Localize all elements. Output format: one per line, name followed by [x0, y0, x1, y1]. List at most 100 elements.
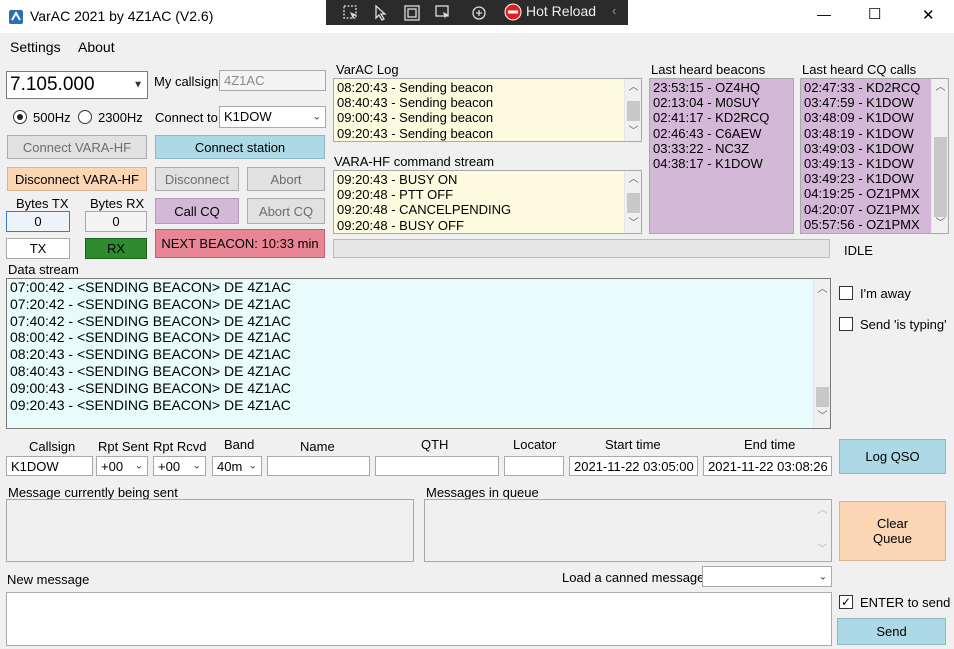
chevron-up-icon[interactable]: ︿ — [814, 282, 830, 298]
pointer-icon[interactable] — [372, 4, 390, 25]
chevron-down-icon[interactable]: ﹀ — [625, 216, 641, 232]
list-item: 02:13:04 - M0SUY — [653, 95, 760, 111]
menu-settings[interactable]: Settings — [10, 39, 61, 55]
scrollbar[interactable]: ︿ ﹀ — [814, 500, 831, 561]
cq-calls-list[interactable]: 02:47:33 - KD2RCQ 03:47:59 - K1DOW 03:48… — [800, 78, 949, 234]
scrollbar-thumb[interactable] — [627, 101, 640, 121]
abort-button[interactable]: Abort — [247, 167, 325, 191]
rpt-sent-value: +00 — [101, 459, 124, 474]
collapse-toolbar-icon[interactable]: ‹ — [612, 3, 616, 18]
list-item: 09:00:43 - Sending beacon — [337, 110, 494, 126]
rpt-rcvd-combo[interactable]: +00 ⌄ — [153, 456, 206, 476]
queue-area[interactable]: ︿ ﹀ — [424, 499, 832, 562]
hot-reload-label[interactable]: Hot Reload — [526, 3, 596, 19]
list-item: 09:20:48 - CANCELPENDING — [337, 202, 512, 218]
rpt-sent-combo[interactable]: +00 ⌄ — [96, 456, 148, 476]
cmd-stream-list[interactable]: 09:20:43 - BUSY ON 09:20:48 - PTT OFF 09… — [333, 170, 642, 234]
select-element-icon[interactable] — [342, 4, 360, 25]
list-item: 05:57:56 - OZ1PMX — [804, 216, 920, 232]
name-input[interactable] — [267, 456, 370, 476]
band-combo[interactable]: 40m ⌄ — [212, 456, 262, 476]
cmd-stream-label: VARA-HF command stream — [334, 154, 495, 169]
beacons-list[interactable]: 23:53:15 - OZ4HQ 02:13:04 - M0SUY 02:41:… — [649, 78, 794, 234]
start-time-input[interactable]: 2021-11-22 03:05:00 — [569, 456, 698, 476]
chevron-up-icon[interactable]: ︿ — [625, 80, 641, 96]
frequency-combo[interactable]: 7.105.000 ▼ — [6, 71, 148, 99]
varac-log-list[interactable]: 08:20:43 - Sending beacon 08:40:43 - Sen… — [333, 78, 642, 142]
menu-about[interactable]: About — [78, 39, 115, 55]
bytes-tx-field[interactable]: 0 — [6, 211, 70, 232]
connect-vara-button[interactable]: Connect VARA-HF — [7, 135, 147, 159]
callsign-input[interactable]: 4Z1AC — [219, 70, 326, 91]
scrollbar[interactable]: ︿ ﹀ — [813, 279, 830, 428]
scrollbar-thumb[interactable] — [816, 387, 829, 407]
disconnect-vara-button[interactable]: Disconnect VARA-HF — [7, 167, 147, 191]
overlay-toolbar: Hot Reload ‹ — [326, 0, 628, 25]
queue-label: Messages in queue — [426, 485, 539, 500]
new-message-label: New message — [7, 572, 90, 587]
current-message-area — [6, 499, 414, 562]
list-item: 04:19:25 - OZ1PMX — [804, 186, 920, 202]
rpt-rcvd-value: +00 — [158, 459, 181, 474]
scrollbar[interactable]: ︿ ﹀ — [931, 79, 948, 233]
chevron-down-icon[interactable]: ﹀ — [814, 409, 830, 425]
end-time-value: 2021-11-22 03:08:26 — [708, 459, 828, 474]
qso-callsign-input[interactable]: K1DOW — [6, 456, 93, 476]
hot-reload-icon[interactable] — [504, 3, 522, 24]
qth-input[interactable] — [375, 456, 499, 476]
chevron-down-icon[interactable]: ﹀ — [814, 542, 831, 558]
list-item: 07:20:42 - <SENDING BEACON> DE 4Z1AC — [10, 295, 291, 312]
rpt-rcvd-header: Rpt Rcvd — [153, 439, 207, 454]
abort-cq-button[interactable]: Abort CQ — [247, 198, 325, 224]
scrollbar-thumb[interactable] — [934, 137, 947, 217]
list-item: 02:47:33 - KD2RCQ — [804, 80, 921, 95]
disconnect-button[interactable]: Disconnect — [155, 167, 239, 191]
away-checkbox[interactable] — [839, 286, 853, 300]
scrollbar[interactable]: ︿ ﹀ — [624, 171, 641, 233]
list-item: 02:41:17 - KD2RCQ — [653, 110, 770, 126]
binding-failures-icon[interactable] — [470, 4, 488, 25]
radio-500hz[interactable] — [13, 110, 27, 124]
list-item: 08:20:43 - Sending beacon — [337, 80, 494, 95]
end-time-input[interactable]: 2021-11-22 03:08:26 — [703, 456, 832, 476]
list-item: 23:53:15 - OZ4HQ — [653, 80, 760, 95]
track-focus-icon[interactable] — [434, 4, 452, 25]
log-qso-button[interactable]: Log QSO — [839, 439, 946, 474]
chevron-up-icon[interactable]: ︿ — [814, 503, 831, 519]
locator-input[interactable] — [504, 456, 564, 476]
minimize-button[interactable]: — — [817, 6, 831, 22]
list-item: 09:20:48 - PTT OFF — [337, 187, 454, 203]
scrollbar-thumb[interactable] — [627, 193, 640, 213]
typing-checkbox[interactable] — [839, 317, 853, 331]
data-stream-area[interactable]: 07:00:42 - <SENDING BEACON> DE 4Z1AC 07:… — [6, 278, 831, 429]
list-item: 08:00:42 - <SENDING BEACON> DE 4Z1AC — [10, 329, 291, 346]
maximize-button[interactable]: ☐ — [868, 5, 881, 23]
chevron-down-icon[interactable]: ﹀ — [625, 124, 641, 140]
new-message-input[interactable] — [6, 592, 832, 646]
call-cq-button[interactable]: Call CQ — [155, 198, 239, 224]
canned-message-combo[interactable]: ⌄ — [702, 566, 832, 587]
enter-to-send-checkbox[interactable]: ✓ — [839, 595, 853, 609]
progress-bar — [333, 239, 830, 258]
next-beacon-button[interactable]: NEXT BEACON: 10:33 min — [155, 229, 325, 258]
connect-to-combo[interactable]: K1DOW ⌄ — [219, 106, 326, 128]
typing-label: Send 'is typing' — [860, 317, 947, 332]
radio-2300hz[interactable] — [78, 110, 92, 124]
current-message-label: Message currently being sent — [8, 485, 178, 500]
close-button[interactable]: ✕ — [922, 6, 935, 24]
bytes-tx-value: 0 — [34, 214, 42, 229]
chevron-down-icon[interactable]: ﹀ — [932, 216, 948, 232]
callsign-label: My callsign — [154, 74, 219, 89]
send-button[interactable]: Send — [837, 618, 946, 645]
clear-queue-button[interactable]: Clear Queue — [839, 501, 946, 561]
connect-station-button[interactable]: Connect station — [155, 135, 325, 159]
layout-adorner-icon[interactable] — [403, 4, 421, 25]
beacons-label: Last heard beacons — [651, 62, 766, 77]
scrollbar[interactable]: ︿ ﹀ — [624, 79, 641, 141]
start-time-value: 2021-11-22 03:05:00 — [574, 459, 694, 474]
chevron-up-icon[interactable]: ︿ — [932, 80, 948, 96]
chevron-up-icon[interactable]: ︿ — [625, 172, 641, 188]
list-item: 09:20:48 - BUSY OFF — [337, 217, 464, 233]
list-item: 03:49:23 - K1DOW — [804, 171, 914, 187]
canned-message-label: Load a canned message — [562, 570, 705, 585]
